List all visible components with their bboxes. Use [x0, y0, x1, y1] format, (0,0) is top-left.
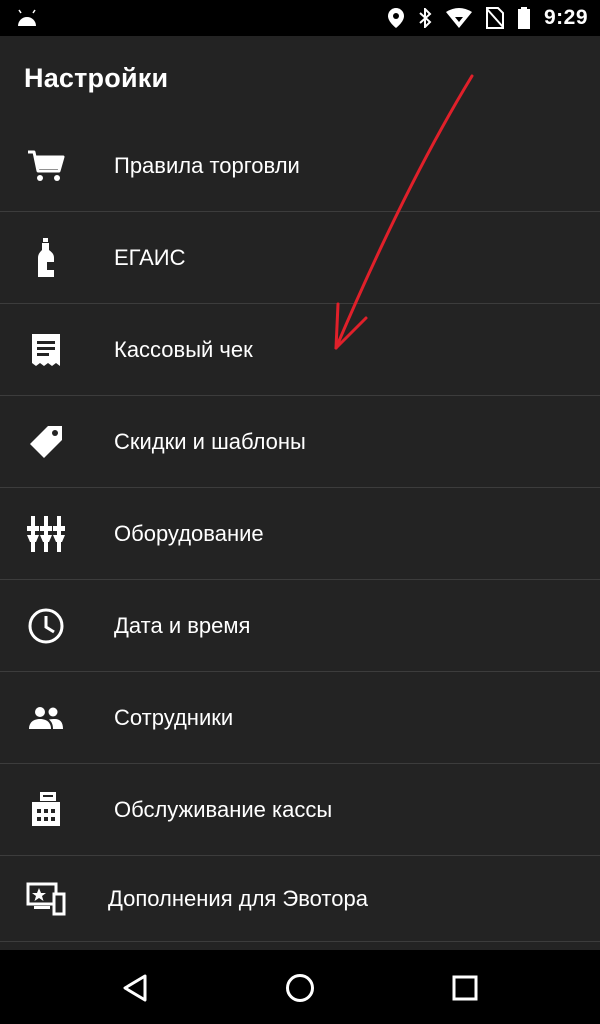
bottle-icon — [24, 236, 68, 280]
bluetooth-icon — [419, 8, 432, 28]
recents-button[interactable] — [447, 970, 483, 1006]
fax-icon — [24, 788, 68, 832]
page-title: Настройки — [24, 62, 169, 93]
settings-item-label: Дополнения для Эвотора — [108, 885, 368, 911]
back-icon — [123, 974, 147, 1002]
settings-item-receipt[interactable]: Кассовый чек — [0, 304, 600, 396]
settings-item-trade-rules[interactable]: Правила торговли — [0, 120, 600, 212]
devices-star-icon — [24, 877, 68, 921]
settings-item-label: Сотрудники — [114, 704, 234, 730]
settings-item-discounts[interactable]: Скидки и шаблоны — [0, 396, 600, 488]
equalizer-icon — [24, 512, 68, 556]
settings-screen: Настройки Правила торговли ЕГАИС Кассовы… — [0, 36, 600, 950]
receipt-icon — [24, 328, 68, 372]
back-button[interactable] — [117, 970, 153, 1006]
navigation-bar — [0, 950, 600, 1024]
location-icon — [387, 8, 404, 28]
no-sim-icon — [485, 7, 504, 29]
settings-item-label: Кассовый чек — [114, 336, 253, 362]
settings-item-equipment[interactable]: Оборудование — [0, 488, 600, 580]
settings-item-date-time[interactable]: Дата и время — [0, 580, 600, 672]
tag-icon — [24, 420, 68, 464]
settings-item-label: ЕГАИС — [114, 244, 186, 270]
settings-item-egais[interactable]: ЕГАИС — [0, 212, 600, 304]
cart-icon — [24, 144, 68, 188]
home-icon — [286, 974, 314, 1002]
settings-item-label: Дата и время — [114, 612, 251, 638]
settings-item-label: Обслуживание кассы — [114, 796, 333, 822]
app-bar: Настройки — [0, 36, 600, 120]
clock-time: 9:29 — [543, 6, 588, 29]
settings-item-evotor-addons[interactable]: Дополнения для Эвотора — [0, 856, 600, 942]
people-icon — [24, 696, 68, 740]
wifi-icon — [445, 8, 472, 28]
battery-icon — [517, 7, 530, 29]
settings-item-employees[interactable]: Сотрудники — [0, 672, 600, 764]
android-icon — [18, 9, 36, 26]
settings-item-label: Оборудование — [114, 520, 264, 546]
home-button[interactable] — [282, 970, 318, 1006]
clock-icon — [24, 604, 68, 648]
settings-item-label: Правила торговли — [114, 152, 300, 178]
settings-item-label: Скидки и шаблоны — [114, 428, 306, 454]
settings-item-cashbox-service[interactable]: Обслуживание кассы — [0, 764, 600, 856]
recents-icon — [452, 975, 478, 1001]
status-bar: 9:29 — [0, 0, 600, 36]
settings-list: Правила торговли ЕГАИС Кассовый чек Скид… — [0, 120, 600, 942]
